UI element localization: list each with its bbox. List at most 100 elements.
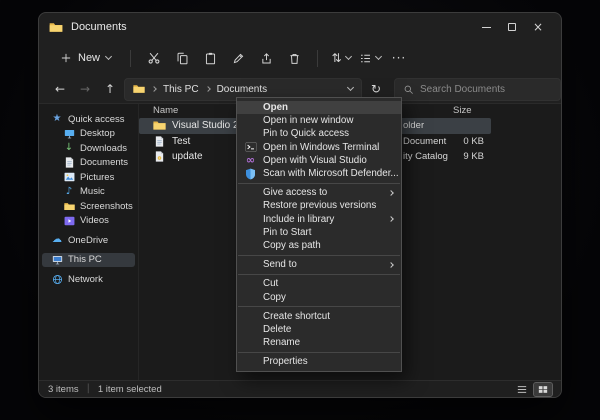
menu-item-copy-as-path[interactable]: Copy as path — [237, 239, 401, 252]
music-icon: ♪ — [63, 187, 75, 197]
menu-item-scan-with-microsoft-defender[interactable]: Scan with Microsoft Defender... — [237, 167, 401, 180]
sidebar-item-music[interactable]: ♪ Music — [42, 185, 135, 200]
plus-icon — [60, 52, 72, 64]
maximize-icon — [508, 23, 516, 31]
chevron-down-icon — [345, 53, 352, 60]
address-dropdown-icon[interactable] — [347, 84, 354, 91]
share-icon — [260, 52, 273, 65]
menu-separator — [238, 255, 400, 256]
submenu-arrow-icon — [388, 190, 394, 196]
file-name: Test — [172, 136, 190, 147]
column-header-size[interactable]: Size — [453, 105, 471, 116]
delete-button[interactable] — [281, 45, 307, 71]
maximize-button[interactable] — [499, 17, 525, 37]
minimize-button[interactable] — [473, 17, 499, 37]
menu-item-include-in-library[interactable]: Include in library — [237, 213, 401, 226]
sidebar-item-screenshots[interactable]: Screenshots — [42, 199, 135, 214]
sidebar-item-this-pc[interactable]: This PC — [42, 253, 135, 268]
sidebar-item-desktop[interactable]: Desktop — [42, 127, 135, 142]
file-type: older — [403, 120, 424, 131]
menu-item-restore-previous-versions[interactable]: Restore previous versions — [237, 199, 401, 212]
menu-item-open-in-new-window[interactable]: Open in new window — [237, 114, 401, 127]
submenu-arrow-icon — [388, 262, 394, 268]
folder-icon — [49, 22, 63, 33]
scissors-icon — [147, 51, 161, 65]
certificate-icon — [153, 151, 166, 162]
menu-item-open-with-visual-studio[interactable]: ∞ Open with Visual Studio — [237, 154, 401, 167]
close-button[interactable]: × — [525, 17, 551, 37]
menu-item-cut[interactable]: Cut — [237, 277, 401, 290]
sidebar: ★ Quick access Desktop ↓ Downloads Docum… — [39, 104, 139, 380]
more-button[interactable]: ··· — [386, 45, 412, 71]
cut-button[interactable] — [141, 45, 167, 71]
menu-item-rename[interactable]: Rename — [237, 336, 401, 349]
thumbnail-view-icon — [538, 385, 548, 394]
menu-item-delete[interactable]: Delete — [237, 323, 401, 336]
sidebar-item-label: Desktop — [80, 128, 115, 139]
menu-item-open-in-windows-terminal[interactable]: Open in Windows Terminal — [237, 141, 401, 154]
view-button[interactable] — [356, 45, 384, 71]
context-menu: Open Open in new window Pin to Quick acc… — [236, 97, 402, 372]
menu-item-pin-to-quick-access[interactable]: Pin to Quick access — [237, 127, 401, 140]
sidebar-item-label: Music — [80, 186, 105, 197]
menu-item-pin-to-start[interactable]: Pin to Start — [237, 226, 401, 239]
window-title: Documents — [71, 21, 127, 33]
window-controls: × — [473, 17, 551, 37]
paste-icon — [204, 52, 217, 65]
menu-item-create-shortcut[interactable]: Create shortcut — [237, 310, 401, 323]
chevron-down-icon — [375, 53, 382, 60]
paste-button[interactable] — [197, 45, 223, 71]
sidebar-item-network[interactable]: Network — [42, 272, 135, 287]
copy-icon — [176, 52, 189, 65]
toolbar-separator — [317, 50, 318, 67]
star-icon: ★ — [51, 114, 63, 124]
forward-button[interactable]: → — [74, 78, 96, 100]
network-icon — [51, 274, 63, 285]
submenu-arrow-icon — [388, 216, 394, 222]
breadcrumb-item-this-pc[interactable]: This PC — [163, 84, 199, 95]
sidebar-item-onedrive[interactable]: ☁ OneDrive — [42, 233, 135, 248]
menu-item-copy[interactable]: Copy — [237, 290, 401, 303]
file-name: update — [172, 151, 203, 162]
up-button[interactable]: ↑ — [99, 78, 121, 100]
sidebar-item-downloads[interactable]: ↓ Downloads — [42, 141, 135, 156]
breadcrumb-item-documents[interactable]: Documents — [217, 84, 268, 95]
new-button[interactable]: New — [51, 48, 120, 68]
rename-button[interactable] — [225, 45, 251, 71]
sidebar-item-label: This PC — [68, 254, 102, 265]
view-toggles — [513, 383, 552, 396]
menu-item-give-access-to[interactable]: Give access to — [237, 186, 401, 199]
picture-icon — [63, 172, 75, 182]
list-view-icon — [517, 385, 527, 394]
titlebar: Documents × — [39, 13, 561, 41]
folder-icon — [133, 84, 145, 94]
back-button[interactable]: ← — [49, 78, 71, 100]
column-header-name[interactable]: Name — [153, 105, 178, 116]
chevron-down-icon — [105, 53, 112, 60]
more-icon: ··· — [392, 52, 406, 64]
view-toggle-details[interactable] — [513, 383, 531, 396]
view-icon — [359, 52, 372, 65]
chevron-right-icon — [151, 86, 157, 92]
share-button[interactable] — [253, 45, 279, 71]
sidebar-item-documents[interactable]: Documents — [42, 156, 135, 171]
view-toggle-thumbnails[interactable] — [534, 383, 552, 396]
sidebar-item-quick-access[interactable]: ★ Quick access — [42, 112, 135, 127]
menu-item-send-to[interactable]: Send to — [237, 258, 401, 271]
sort-button[interactable]: ⇅ — [328, 45, 354, 71]
status-divider: | — [87, 384, 90, 394]
sidebar-item-label: OneDrive — [68, 235, 108, 246]
menu-item-properties[interactable]: Properties — [237, 355, 401, 368]
copy-button[interactable] — [169, 45, 195, 71]
sidebar-item-videos[interactable]: Videos — [42, 214, 135, 229]
file-size: 9 KB — [411, 151, 484, 162]
menu-separator — [238, 352, 400, 353]
search-input[interactable] — [420, 84, 552, 95]
windows-terminal-icon — [244, 142, 257, 153]
defender-shield-icon — [244, 168, 257, 180]
chevron-right-icon — [205, 86, 211, 92]
menu-item-open[interactable]: Open — [237, 101, 401, 114]
sidebar-item-pictures[interactable]: Pictures — [42, 170, 135, 185]
search-box — [394, 78, 561, 101]
monitor-icon — [63, 129, 75, 139]
